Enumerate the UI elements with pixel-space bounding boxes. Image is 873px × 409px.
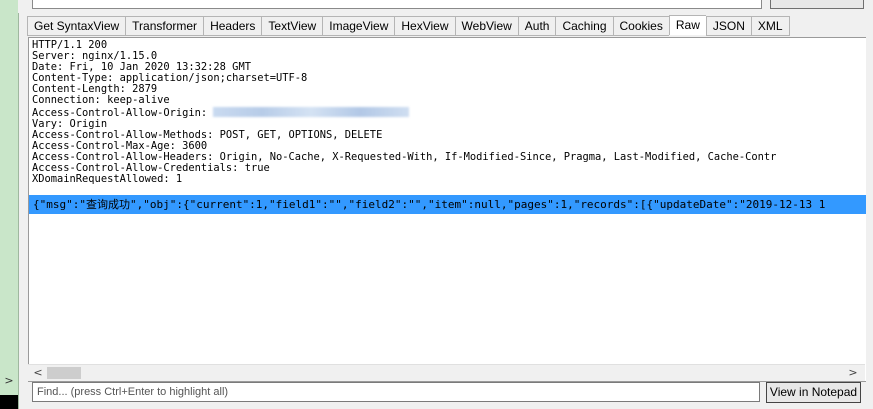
- horizontal-scrollbar[interactable]: < >: [28, 364, 865, 381]
- tab-headers[interactable]: Headers: [203, 16, 262, 36]
- response-body-selected[interactable]: {"msg":"查询成功","obj":{"current":1,"field1…: [29, 195, 866, 214]
- chevron-right-icon[interactable]: >: [2, 373, 16, 389]
- request-panel-remnant: [18, 0, 873, 13]
- redacted-origin-value: [213, 106, 410, 117]
- header-line: Connection: keep-alive: [32, 94, 170, 107]
- tab-cookies[interactable]: Cookies: [612, 16, 669, 36]
- tab-auth[interactable]: Auth: [517, 16, 556, 36]
- tab-webview[interactable]: WebView: [454, 16, 518, 36]
- request-find-input-remnant: [32, 0, 762, 9]
- raw-response-view[interactable]: HTTP/1.1 200 Server: nginx/1.15.0 Date: …: [28, 37, 866, 382]
- scrollbar-thumb[interactable]: [47, 367, 81, 379]
- tab-textview[interactable]: TextView: [261, 16, 323, 36]
- view-in-notepad-button[interactable]: View in Notepad: [766, 382, 861, 403]
- tab-caching[interactable]: Caching: [555, 16, 613, 36]
- response-headers: HTTP/1.1 200 Server: nginx/1.15.0 Date: …: [32, 39, 776, 186]
- find-input[interactable]: [32, 382, 760, 402]
- request-notepad-button-remnant: [770, 0, 864, 9]
- tab-json[interactable]: JSON: [705, 16, 751, 36]
- tab-xml[interactable]: XML: [750, 16, 790, 36]
- left-pane-corner: [0, 395, 18, 409]
- scroll-left-icon[interactable]: <: [30, 365, 46, 381]
- tab-hexview[interactable]: HexView: [394, 16, 455, 36]
- scroll-right-icon[interactable]: >: [845, 365, 861, 381]
- tab-transformer[interactable]: Transformer: [125, 16, 204, 36]
- tab-imageview[interactable]: ImageView: [322, 16, 395, 36]
- left-pane-strip: >: [0, 0, 19, 409]
- header-line: XDomainRequestAllowed: 1: [32, 173, 183, 186]
- tab-raw[interactable]: Raw: [668, 15, 706, 35]
- inspector-tabs: Get SyntaxView Transformer Headers TextV…: [27, 15, 790, 36]
- tab-get-syntaxview[interactable]: Get SyntaxView: [27, 16, 126, 36]
